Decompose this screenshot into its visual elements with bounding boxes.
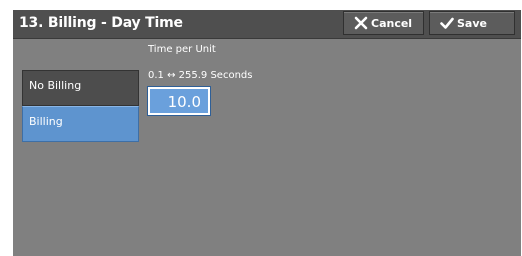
check-icon xyxy=(440,17,454,29)
billing-option[interactable]: Billing xyxy=(22,106,139,142)
title-bar: 13. Billing - Day Time Cancel Save xyxy=(13,10,521,39)
time-range-hint: 0.1 ↔ 255.9 Seconds xyxy=(148,70,253,81)
page-title: 13. Billing - Day Time xyxy=(19,15,183,31)
cancel-button-label: Cancel xyxy=(371,17,413,30)
no-billing-label: No Billing xyxy=(29,79,82,92)
time-per-unit-input[interactable]: 10.0 xyxy=(147,86,211,116)
no-billing-option[interactable]: No Billing xyxy=(22,70,139,106)
save-button[interactable]: Save xyxy=(429,11,515,35)
billing-label: Billing xyxy=(29,115,63,128)
time-per-unit-label: Time per Unit xyxy=(148,44,216,55)
save-button-label: Save xyxy=(457,17,487,30)
billing-day-time-screen: 13. Billing - Day Time Cancel Save No Bi… xyxy=(13,10,521,256)
cancel-button[interactable]: Cancel xyxy=(343,11,424,35)
close-icon xyxy=(354,16,368,30)
